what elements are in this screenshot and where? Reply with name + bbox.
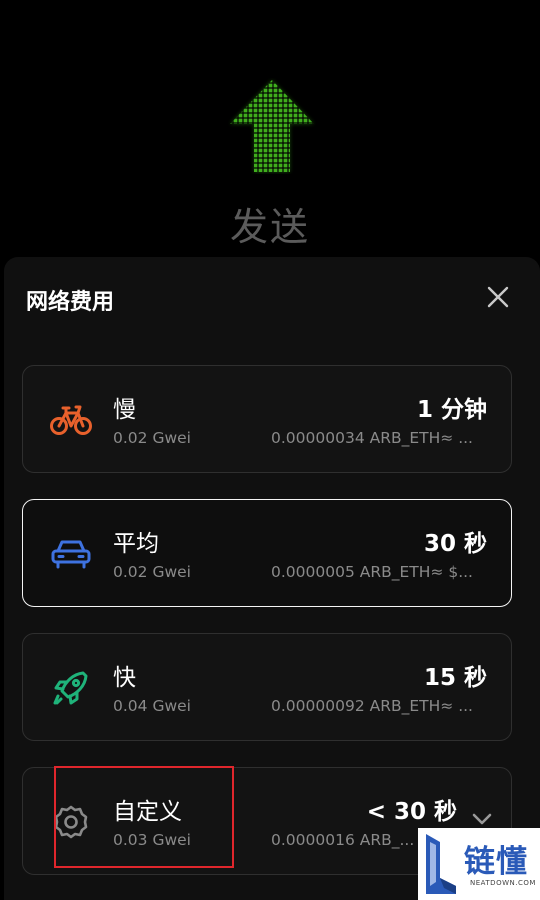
close-button[interactable] bbox=[482, 281, 514, 313]
sheet-title: 网络费用 bbox=[26, 290, 115, 315]
send-header: 发送 bbox=[0, 0, 540, 280]
fee-option-average[interactable]: 平均 0.02 Gwei 30 秒 0.0000005 ARB_ETH≈ $..… bbox=[22, 499, 512, 607]
fee-option-time: 30 秒 bbox=[423, 531, 487, 557]
page-title: 发送 bbox=[229, 205, 310, 249]
fee-option-gwei: 0.02 Gwei bbox=[113, 563, 191, 581]
watermark: 链懂 NEATDOWN.COM bbox=[418, 828, 540, 900]
fee-option-name: 自定义 bbox=[113, 799, 182, 825]
fee-option-time: < 30 秒 bbox=[366, 799, 457, 825]
fee-option-amount: 0.00000092 ARB_ETH≈ ... bbox=[271, 697, 473, 715]
up-arrow-icon bbox=[228, 78, 316, 174]
fee-option-fast[interactable]: 快 0.04 Gwei 15 秒 0.00000092 ARB_ETH≈ ... bbox=[22, 633, 512, 741]
chevron-down-icon[interactable] bbox=[471, 812, 493, 826]
fee-option-slow[interactable]: 慢 0.02 Gwei 1 分钟 0.00000034 ARB_ETH≈ ... bbox=[22, 365, 512, 473]
fee-option-gwei: 0.04 Gwei bbox=[113, 697, 191, 715]
send-screen: 发送 网络费用 慢 0.02 Gwei 1 分钟 0.00000034 ARB_… bbox=[0, 0, 540, 900]
watermark-subtext: NEATDOWN.COM bbox=[470, 879, 536, 887]
fee-option-time: 1 分钟 bbox=[416, 397, 487, 423]
rocket-icon bbox=[49, 668, 93, 708]
bicycle-icon bbox=[49, 400, 93, 440]
fee-option-amount: 0.00000034 ARB_ETH≈ ... bbox=[271, 429, 473, 447]
car-icon bbox=[49, 534, 93, 574]
close-icon bbox=[487, 286, 509, 308]
fee-option-name: 快 bbox=[113, 665, 136, 691]
fee-option-name: 慢 bbox=[113, 397, 136, 423]
watermark-text: 链懂 bbox=[464, 844, 528, 880]
fee-option-time: 15 秒 bbox=[423, 665, 487, 691]
fee-option-gwei: 0.02 Gwei bbox=[113, 429, 191, 447]
watermark-logo-icon bbox=[424, 832, 458, 896]
fee-option-name: 平均 bbox=[113, 531, 159, 557]
gear-icon bbox=[49, 802, 93, 842]
fee-option-amount: 0.0000005 ARB_ETH≈ $... bbox=[271, 563, 473, 581]
fee-option-gwei: 0.03 Gwei bbox=[113, 831, 191, 849]
